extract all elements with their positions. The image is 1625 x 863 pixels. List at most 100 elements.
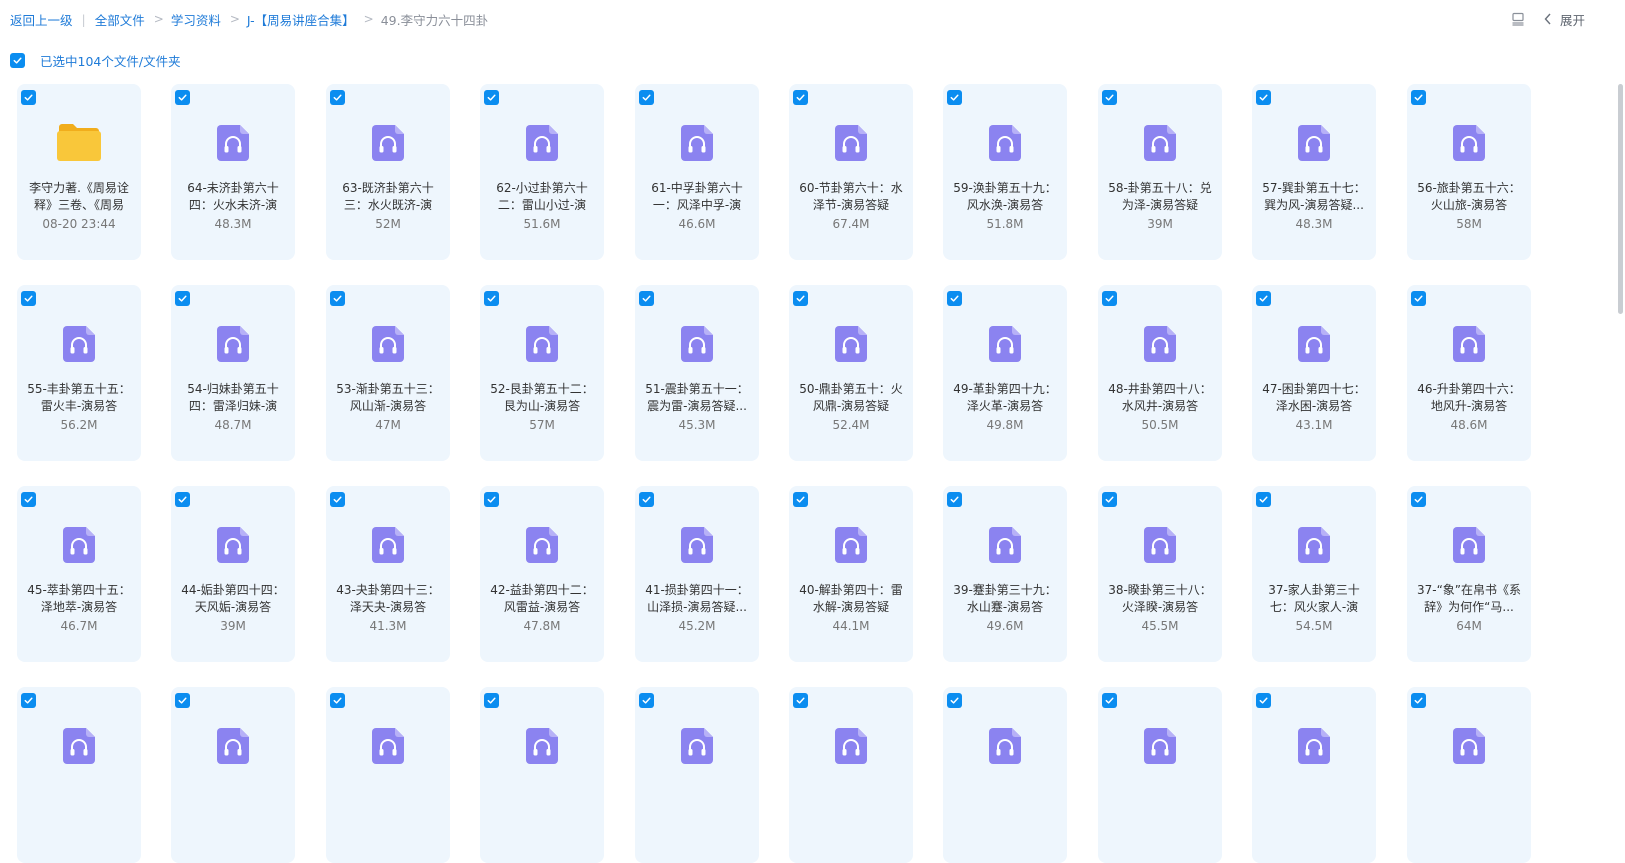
card-checkbox[interactable] xyxy=(1411,291,1426,306)
file-card[interactable]: 64-未济卦第六十四：火水未济-演 48.3M xyxy=(171,84,295,260)
file-card[interactable] xyxy=(480,687,604,863)
file-card[interactable]: 55-丰卦第五十五：雷火丰-演易答 56.2M xyxy=(17,285,141,461)
file-card[interactable]: 47-困卦第四十七：泽水困-演易答 43.1M xyxy=(1252,285,1376,461)
card-checkbox[interactable] xyxy=(639,693,654,708)
card-checkbox[interactable] xyxy=(1102,90,1117,105)
file-card[interactable]: 39-蹇卦第三十九：水山蹇-演易答 49.6M xyxy=(943,486,1067,662)
file-card[interactable]: 51-震卦第五十一：震为雷-演易答疑... 45.3M xyxy=(635,285,759,461)
audio-file-icon xyxy=(1452,526,1486,564)
card-checkbox[interactable] xyxy=(639,291,654,306)
file-card[interactable]: 48-井卦第四十八：水风井-演易答 50.5M xyxy=(1098,285,1222,461)
card-checkbox[interactable] xyxy=(330,90,345,105)
card-checkbox[interactable] xyxy=(1102,693,1117,708)
card-checkbox[interactable] xyxy=(175,291,190,306)
file-size: 49.8M xyxy=(986,418,1024,432)
folder-card[interactable]: 李守力著.《周易诠释》三卷、《周易 08-20 23:44 xyxy=(17,84,141,260)
audio-file-icon xyxy=(834,124,868,162)
card-checkbox[interactable] xyxy=(1256,90,1271,105)
file-card[interactable] xyxy=(171,687,295,863)
file-card[interactable]: 37-家人卦第三十七：风火家人-演 54.5M xyxy=(1252,486,1376,662)
card-checkbox[interactable] xyxy=(484,90,499,105)
file-card[interactable]: 37-“象”在帛书《系辞》为何作“马... 64M xyxy=(1407,486,1531,662)
file-card[interactable]: 60-节卦第六十：水泽节-演易答疑 67.4M xyxy=(789,84,913,260)
card-checkbox[interactable] xyxy=(793,90,808,105)
card-checkbox[interactable] xyxy=(639,90,654,105)
back-link[interactable]: 返回上一级 xyxy=(10,10,73,29)
card-checkbox[interactable] xyxy=(21,90,36,105)
file-name: 41-损卦第四十一：山泽损-演易答疑... xyxy=(645,583,749,614)
file-card[interactable]: 41-损卦第四十一：山泽损-演易答疑... 45.2M xyxy=(635,486,759,662)
view-mode-icon[interactable] xyxy=(1510,11,1526,27)
card-checkbox[interactable] xyxy=(947,291,962,306)
breadcrumb-item-all-files[interactable]: 全部文件 xyxy=(95,10,145,29)
card-checkbox[interactable] xyxy=(1411,90,1426,105)
file-card[interactable]: 56-旅卦第五十六：火山旅-演易答 58M xyxy=(1407,84,1531,260)
file-card[interactable]: 40-解卦第四十：雷水解-演易答疑 44.1M xyxy=(789,486,913,662)
file-card[interactable]: 46-升卦第四十六：地风升-演易答 48.6M xyxy=(1407,285,1531,461)
breadcrumb-item-collection[interactable]: J-【周易讲座合集】 xyxy=(247,10,355,29)
file-card[interactable] xyxy=(17,687,141,863)
card-checkbox[interactable] xyxy=(1256,291,1271,306)
card-checkbox[interactable] xyxy=(947,492,962,507)
file-card[interactable]: 54-归妹卦第五十四：雷泽归妹-演 48.7M xyxy=(171,285,295,461)
scrollbar-thumb[interactable] xyxy=(1618,84,1623,314)
file-name: 54-归妹卦第五十四：雷泽归妹-演 xyxy=(187,382,279,413)
file-size: 46.6M xyxy=(678,217,716,231)
file-card[interactable]: 49-革卦第四十九：泽火革-演易答 49.8M xyxy=(943,285,1067,461)
file-card[interactable]: 61-中孚卦第六十一：风泽中孚-演 46.6M xyxy=(635,84,759,260)
file-name xyxy=(177,783,289,817)
file-card[interactable] xyxy=(943,687,1067,863)
card-checkbox[interactable] xyxy=(484,693,499,708)
audio-file-icon xyxy=(525,124,559,162)
file-card[interactable]: 57-巽卦第五十七：巽为风-演易答疑... 48.3M xyxy=(1252,84,1376,260)
card-checkbox[interactable] xyxy=(947,90,962,105)
file-card[interactable]: 42-益卦第四十二：风雷益-演易答 47.8M xyxy=(480,486,604,662)
chevron-left-icon[interactable] xyxy=(1542,11,1554,27)
file-name: 55-丰卦第五十五：雷火丰-演易答 xyxy=(27,382,131,413)
card-checkbox[interactable] xyxy=(175,492,190,507)
file-card[interactable]: 62-小过卦第六十二：雷山小过-演 51.6M xyxy=(480,84,604,260)
file-card[interactable]: 44-姤卦第四十四：天风姤-演易答 39M xyxy=(171,486,295,662)
card-checkbox[interactable] xyxy=(1411,693,1426,708)
file-card[interactable]: 52-艮卦第五十二：艮为山-演易答 57M xyxy=(480,285,604,461)
card-checkbox[interactable] xyxy=(484,492,499,507)
card-checkbox[interactable] xyxy=(330,492,345,507)
file-card[interactable]: 50-鼎卦第五十：火风鼎-演易答疑 52.4M xyxy=(789,285,913,461)
expand-button[interactable]: 展开 xyxy=(1560,10,1585,29)
file-card[interactable]: 63-既济卦第六十三：水火既济-演 52M xyxy=(326,84,450,260)
file-card[interactable] xyxy=(789,687,913,863)
file-card[interactable]: 38-睽卦第三十八：火泽睽-演易答 45.5M xyxy=(1098,486,1222,662)
card-checkbox[interactable] xyxy=(330,693,345,708)
card-checkbox[interactable] xyxy=(1411,492,1426,507)
file-card[interactable]: 59-涣卦第五十九：风水涣-演易答 51.8M xyxy=(943,84,1067,260)
card-checkbox[interactable] xyxy=(21,492,36,507)
card-checkbox[interactable] xyxy=(21,693,36,708)
audio-file-icon xyxy=(1143,727,1177,765)
card-checkbox[interactable] xyxy=(330,291,345,306)
file-card[interactable] xyxy=(1252,687,1376,863)
file-card[interactable] xyxy=(1407,687,1531,863)
card-checkbox[interactable] xyxy=(175,693,190,708)
file-card[interactable]: 43-夬卦第四十三：泽天夬-演易答 41.3M xyxy=(326,486,450,662)
file-card[interactable] xyxy=(326,687,450,863)
card-checkbox[interactable] xyxy=(793,492,808,507)
card-checkbox[interactable] xyxy=(21,291,36,306)
card-checkbox[interactable] xyxy=(1102,291,1117,306)
card-checkbox[interactable] xyxy=(1256,693,1271,708)
card-checkbox[interactable] xyxy=(1256,492,1271,507)
breadcrumb-item-study[interactable]: 学习资料 xyxy=(171,10,221,29)
file-name: 58-卦第五十八：兑为泽-演易答疑 xyxy=(1108,181,1212,212)
card-checkbox[interactable] xyxy=(484,291,499,306)
select-all-checkbox[interactable] xyxy=(10,53,25,68)
card-checkbox[interactable] xyxy=(793,693,808,708)
card-checkbox[interactable] xyxy=(175,90,190,105)
card-checkbox[interactable] xyxy=(947,693,962,708)
file-card[interactable] xyxy=(1098,687,1222,863)
card-checkbox[interactable] xyxy=(639,492,654,507)
file-card[interactable]: 45-萃卦第四十五：泽地萃-演易答 46.7M xyxy=(17,486,141,662)
card-checkbox[interactable] xyxy=(1102,492,1117,507)
card-checkbox[interactable] xyxy=(793,291,808,306)
file-card[interactable] xyxy=(635,687,759,863)
file-card[interactable]: 53-渐卦第五十三：风山渐-演易答 47M xyxy=(326,285,450,461)
file-card[interactable]: 58-卦第五十八：兑为泽-演易答疑 39M xyxy=(1098,84,1222,260)
